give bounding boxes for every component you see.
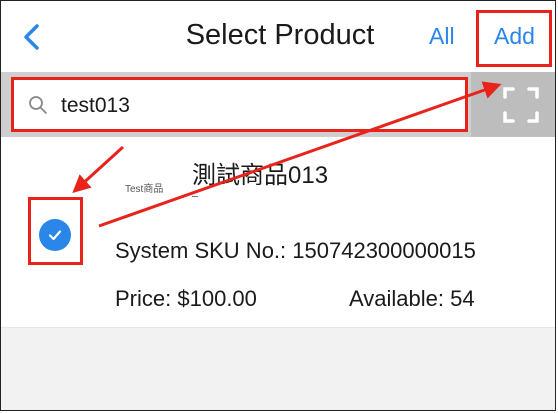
all-button[interactable]: All — [429, 23, 455, 50]
product-sku: System SKU No.: 150742300000015 — [115, 238, 555, 264]
search-value: test013 — [61, 94, 130, 117]
page-title: Select Product — [185, 19, 375, 51]
sku-label: System SKU No.: — [115, 238, 287, 263]
product-thumbnail: Test商品 — [125, 184, 164, 195]
product-name: 測試商品013 — [192, 162, 329, 189]
scan-icon — [503, 87, 539, 123]
search-input[interactable]: test013 — [11, 77, 468, 132]
annotation-box-add — [476, 10, 552, 67]
product-price: Price: $100.00 — [115, 286, 257, 312]
price-value: $100.00 — [177, 286, 257, 311]
thumbnail-divider — [192, 196, 198, 197]
product-available: Available: 54 — [349, 286, 475, 312]
available-value: 54 — [450, 286, 475, 311]
annotation-box-checkbox — [28, 197, 83, 265]
price-label: Price: — [115, 286, 172, 311]
scan-button[interactable] — [471, 72, 555, 137]
checkmark-icon — [48, 230, 62, 241]
sku-value: 150742300000015 — [292, 238, 476, 263]
product-checkbox[interactable] — [39, 219, 71, 251]
search-icon — [29, 96, 47, 114]
header-bar: Select Product All Add — [1, 1, 555, 71]
empty-list-area — [1, 328, 555, 410]
app-screen: Select Product All Add test013 Test商品 測試… — [0, 0, 556, 411]
available-label: Available: — [349, 286, 444, 311]
